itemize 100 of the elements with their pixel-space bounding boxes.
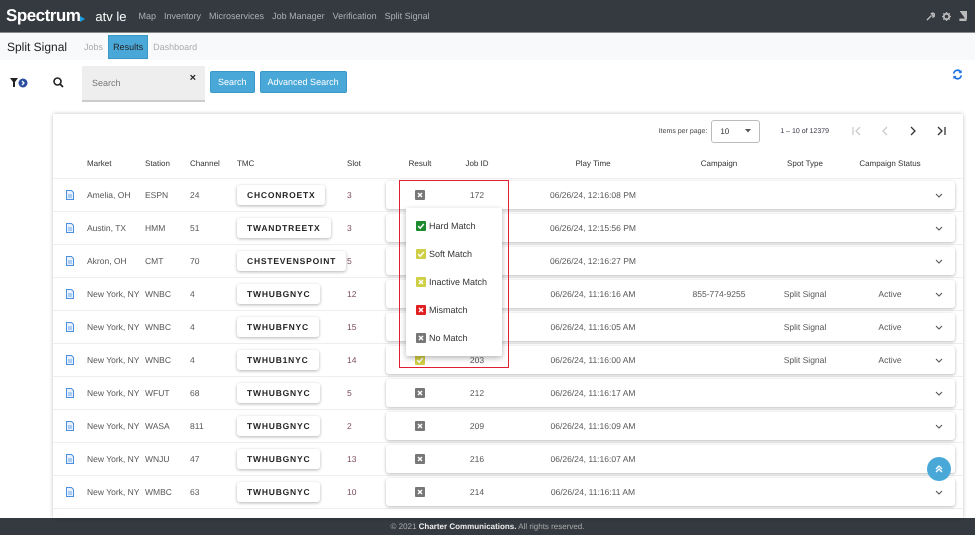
column-header: Station xyxy=(145,158,171,168)
chevron-down-icon[interactable] xyxy=(934,192,942,198)
refresh-icon[interactable] xyxy=(952,69,963,80)
table-cell: 172 xyxy=(470,190,484,200)
document-icon[interactable] xyxy=(66,256,74,266)
column-header: Channel xyxy=(190,158,221,168)
row-card[interactable]: 214 06/26/24, 11:16:11 AM xyxy=(386,478,955,506)
chevron-down-icon[interactable] xyxy=(934,292,942,296)
column-header: Market xyxy=(87,158,112,168)
nav-link[interactable]: Split Signal xyxy=(384,11,430,21)
document-icon[interactable] xyxy=(66,355,74,365)
table-cell-text: 63 xyxy=(190,487,200,497)
table-cell-text: New York, NY xyxy=(87,355,140,365)
nav-link[interactable]: Inventory xyxy=(164,11,202,21)
tmc-chip[interactable]: TWANDTREETX xyxy=(237,218,330,238)
table-cell: 212 xyxy=(470,388,484,398)
x-square-icon xyxy=(416,277,426,287)
chevron-down-icon[interactable] xyxy=(934,390,942,396)
wrench-icon[interactable] xyxy=(926,12,935,20)
caret-down-icon xyxy=(745,129,752,133)
tmc-chip[interactable]: TWHUBGNYC xyxy=(237,284,320,304)
table-cell-text: Akron, OH xyxy=(87,256,128,266)
table-cell-text: WNBC xyxy=(145,289,172,299)
x-square-icon xyxy=(415,487,425,497)
table-cell-text: 5 xyxy=(347,388,353,398)
row-card[interactable]: 203 06/26/24, 11:16:00 AM Split Signal Active xyxy=(386,346,955,374)
page-size-select[interactable]: 10 xyxy=(711,120,760,142)
nav-link[interactable]: Verification xyxy=(332,11,377,21)
table-cell-text: 24 xyxy=(190,190,200,200)
table-cell-text: 68 xyxy=(190,388,200,398)
x-square-icon xyxy=(415,190,425,200)
filter-icon[interactable] xyxy=(10,78,28,88)
document-icon[interactable] xyxy=(66,289,74,299)
document-icon[interactable] xyxy=(66,454,74,464)
chevron-down-icon[interactable] xyxy=(934,490,942,494)
tmc-chip[interactable]: TWHUB1NYC xyxy=(237,350,319,370)
tmc-chip[interactable]: CHSTEVENSPOINT xyxy=(237,251,346,271)
row-card[interactable]: 216 06/26/24, 11:16:07 AM xyxy=(386,445,955,473)
chevron-down-icon[interactable] xyxy=(934,226,942,230)
table-cell: 855-774-9255 xyxy=(692,289,746,299)
table-cell: Split Signal xyxy=(784,322,826,332)
column-header: Spot Type xyxy=(786,158,824,168)
gear-icon[interactable] xyxy=(942,12,951,20)
row-card[interactable]: 172 06/26/24, 12:16:08 PM xyxy=(386,181,955,209)
table-cell-text: 10 xyxy=(347,487,358,497)
document-icon[interactable] xyxy=(66,388,74,398)
copyright-text: © 2021 Charter Communications. All rights reserved. xyxy=(390,522,584,531)
table-cell-text: New York, NY xyxy=(87,454,140,464)
table-cell-text: 4 xyxy=(190,289,196,299)
table-cell-text: ESPN xyxy=(145,190,170,200)
table-cell-text: Austin, TX xyxy=(87,223,128,233)
logo[interactable]: Spectrum xyxy=(6,6,80,26)
table-cell: 06/26/24, 11:16:16 AM xyxy=(550,289,636,299)
table-cell-text: New York, NY xyxy=(87,487,140,497)
tmc-chip[interactable]: CHCONROETX xyxy=(237,185,326,205)
chevron-down-icon[interactable] xyxy=(934,324,942,330)
table-cell-text: WASA xyxy=(145,421,171,431)
tmc-chip[interactable]: TWHUBGNYC xyxy=(237,482,320,502)
nav-tab[interactable]: Results xyxy=(108,34,148,58)
table-cell: 214 xyxy=(470,487,484,497)
document-icon[interactable] xyxy=(66,322,74,332)
row-card[interactable]: 209 06/26/24, 11:16:09 AM xyxy=(386,412,955,440)
clear-button[interactable]: × xyxy=(190,72,196,84)
tmc-chip[interactable]: TWHUBGNYC xyxy=(237,449,320,469)
chevron-down-icon[interactable] xyxy=(934,424,942,428)
table-cell: Split Signal xyxy=(784,355,826,365)
document-icon[interactable] xyxy=(66,223,74,233)
menu-item[interactable]: Hard Match xyxy=(406,212,502,240)
table-cell-text: CMT xyxy=(145,256,164,266)
table-cell-text: 13 xyxy=(347,454,358,464)
table-cell: 06/26/24, 11:16:00 AM xyxy=(550,355,636,365)
chevron-down-icon[interactable] xyxy=(934,258,942,264)
tmc-chip[interactable]: TWHUBGNYC xyxy=(237,383,320,403)
table-cell: Active xyxy=(878,322,902,332)
row-card[interactable]: 212 06/26/24, 11:16:17 AM xyxy=(386,379,955,407)
nav-link[interactable]: Microservices xyxy=(209,11,264,21)
nav-link[interactable]: Job Manager xyxy=(272,11,325,21)
tmc-chip[interactable]: TWHUBFNYC xyxy=(237,317,319,337)
table-cell: 06/26/24, 11:16:05 AM xyxy=(550,322,636,332)
document-icon[interactable] xyxy=(66,487,74,497)
table-cell-text: 3 xyxy=(347,223,353,233)
document-icon[interactable] xyxy=(66,190,74,200)
table-cell-text: 12 xyxy=(347,289,358,299)
table-cell-text: WMBC xyxy=(145,487,173,497)
table-cell: Active xyxy=(878,355,902,365)
document-icon[interactable] xyxy=(66,421,74,431)
tmc-chip[interactable]: TWHUBGNYC xyxy=(237,416,320,436)
table-cell: 06/26/24, 12:16:08 PM xyxy=(550,190,636,200)
x-square-icon xyxy=(416,305,426,315)
search-icon[interactable] xyxy=(53,77,64,88)
table-cell-text: New York, NY xyxy=(87,322,140,332)
table-cell-text: New York, NY xyxy=(87,289,140,299)
table-cell: 209 xyxy=(470,421,484,431)
table-cell-text: 4 xyxy=(190,355,196,365)
chevron-down-icon[interactable] xyxy=(934,358,942,362)
x-square-icon xyxy=(415,388,425,398)
nav-link[interactable]: Map xyxy=(138,11,156,21)
table-cell-text: New York, NY xyxy=(87,388,140,398)
page-title: Split Signal xyxy=(7,40,68,54)
app-name: atv le xyxy=(95,8,126,24)
